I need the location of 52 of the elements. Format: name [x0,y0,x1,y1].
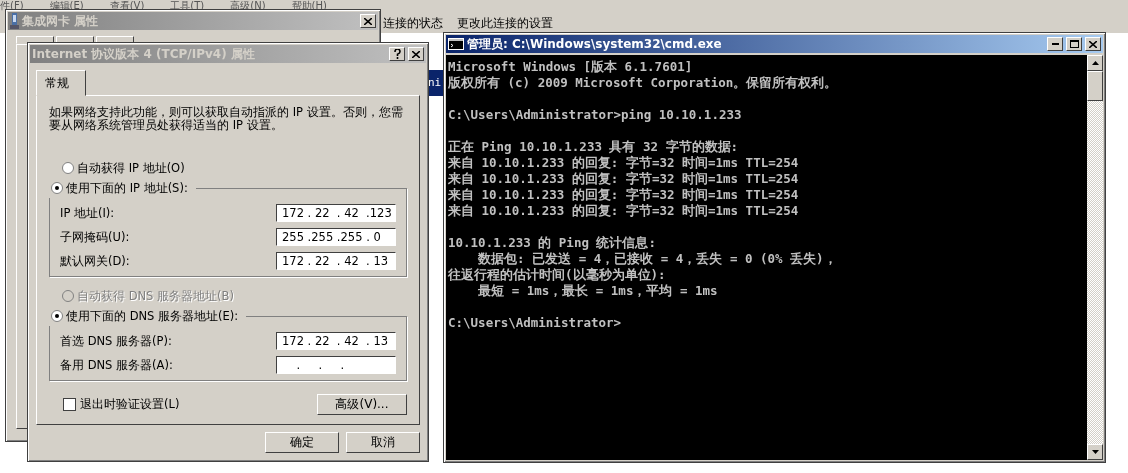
window-title: 集成网卡 属性 [22,12,99,30]
console-line: 来自 10.10.1.233 的回复: 字节=32 时间=1ms TTL=254 [448,155,799,171]
scroll-up-button[interactable] [1087,55,1103,71]
toolbar-link[interactable]: 更改此连接的设置 [457,15,553,32]
maximize-button[interactable] [1066,37,1082,51]
close-icon [364,17,372,25]
field-label: 首选 DNS 服务器(P): [60,333,172,349]
close-icon [412,50,420,58]
field-label: 子网掩码(U): [60,229,130,245]
scroll-thumb[interactable] [1087,71,1103,101]
field-label: 备用 DNS 服务器(A): [60,357,173,373]
scroll-down-button[interactable] [1087,444,1103,460]
console-line: 10.10.1.233 的 Ping 统计信息: [448,235,656,251]
console-line: 最短 = 1ms，最长 = 1ms，平均 = 1ms [477,283,718,299]
radio-button[interactable]: 自动获得 IP 地址(O) [62,158,407,178]
console-line: 数据包: 已发送 = 4，已接收 = 4，丢失 = 0 (0% 丢失)， [477,251,837,267]
close-button[interactable] [360,14,376,28]
ip-address-field[interactable]: . . . [276,356,396,374]
network-adapter-icon [10,13,19,29]
help-button[interactable] [389,47,405,61]
window-title: 管理员: C:\Windows\system32\cmd.exe [467,35,722,53]
ok-button[interactable]: 确定 [265,432,339,453]
down-arrow-icon [1091,450,1099,454]
ip-address-field[interactable]: 255 .255 .255 . 0 [276,228,396,246]
field-label: IP 地址(I): [60,205,115,221]
advanced-button[interactable]: 高级(V)... [317,394,407,415]
cancel-button[interactable]: 取消 [346,432,420,453]
ip-address-field[interactable]: 172 . 22 . 42 . 13 [276,252,396,270]
console-line: C:\Users\Administrator> [448,315,622,331]
console-line: 来自 10.10.1.233 的回复: 字节=32 时间=1ms TTL=254 [448,203,799,219]
up-arrow-icon [1091,61,1099,65]
ip-address-field[interactable]: 172 . 22 . 42 . 13 [276,332,396,350]
close-icon [1089,40,1097,48]
console-line: C:\Users\Administrator>ping 10.10.1.233 [448,107,742,123]
help-icon [393,49,401,59]
close-button[interactable] [408,47,424,61]
close-button[interactable] [1085,37,1101,51]
console-line: 正在 Ping 10.10.1.233 具有 32 字节的数据: [448,139,739,155]
console-line: 来自 10.10.1.233 的回复: 字节=32 时间=1ms TTL=254 [448,187,799,203]
scrollbar[interactable] [1087,55,1103,460]
minimize-icon [1051,43,1059,45]
maximize-icon [1069,40,1079,48]
minimize-button[interactable] [1047,37,1063,51]
tab[interactable]: 常规 [36,70,86,96]
ip-address-field[interactable]: 172 . 22 . 42 .123 [276,204,396,222]
field-label: 默认网关(D): [60,253,130,269]
console-icon [448,38,464,50]
toolbar-link[interactable]: 连接的状态 [383,15,443,32]
description-text: 如果网络支持此功能，则可以获取自动指派的 IP 设置。否则，您需要从网络系统管理员处获得适当的 IP 设置。 [49,106,404,132]
console-line: 来自 10.10.1.233 的回复: 字节=32 时间=1ms TTL=254 [448,171,799,187]
checkbox[interactable]: 退出时验证设置(L) [63,397,180,412]
console-line: 往返行程的估计时间(以毫秒为单位): [448,267,666,283]
